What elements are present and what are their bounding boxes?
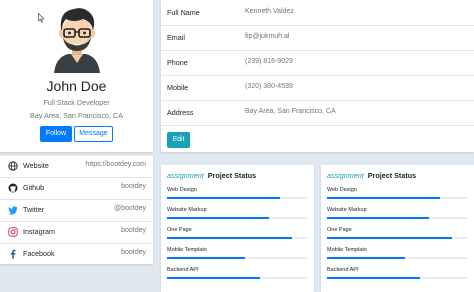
avatar	[54, 8, 100, 73]
project-status-card: assignment Project Status Web Design Webs…	[321, 165, 474, 292]
edit-button[interactable]: Edit	[167, 132, 190, 148]
progress-label: Website Markup	[327, 207, 367, 213]
progress-fill	[167, 237, 293, 239]
progress-fill	[327, 197, 440, 199]
progress-item: Backend API	[327, 267, 468, 285]
social-links-card: Website https://bootdey.com Github bootd…	[0, 156, 153, 264]
details-card: Full Name Kenneth Valdez Email fip@jukmu…	[161, 0, 474, 152]
progress-item: Web Design	[327, 187, 468, 205]
profile-name: John Doe	[46, 78, 107, 94]
message-button[interactable]: Message	[74, 126, 113, 142]
mouse-cursor-icon	[38, 13, 45, 23]
social-value[interactable]: bootdey	[121, 183, 146, 190]
progress-track	[167, 277, 308, 279]
social-label: Twitter	[23, 205, 45, 214]
progress-label: Web Design	[167, 187, 197, 193]
project-status-card: assignment Project Status Web Design Webs…	[161, 165, 314, 292]
detail-label: Full Name	[167, 8, 200, 17]
twitter-icon	[8, 206, 18, 215]
progress-item: Web Design	[167, 187, 308, 205]
project-status-title: Project Status	[207, 171, 257, 180]
progress-track	[167, 217, 308, 219]
github-icon	[8, 183, 18, 193]
progress-track	[327, 197, 468, 199]
progress-track	[167, 197, 308, 199]
progress-label: Backend API	[327, 267, 359, 273]
assignment-label: assignment	[167, 171, 204, 180]
follow-button[interactable]: Follow	[40, 126, 72, 142]
social-value[interactable]: bootdey	[121, 227, 146, 234]
detail-value: Bay Area, San Francisco, CA	[245, 108, 336, 115]
profile-location: Bay Area, San Francisco, CA	[29, 111, 124, 120]
social-value[interactable]: @bootdey	[114, 205, 146, 212]
globe-icon	[8, 161, 18, 171]
progress-fill	[167, 277, 261, 279]
social-label: Instagram	[23, 227, 55, 236]
progress-track	[167, 257, 308, 259]
social-row-github[interactable]: Github bootdey	[0, 178, 153, 200]
project-status-header: assignment Project Status	[167, 171, 256, 180]
progress-label: Website Markup	[167, 207, 207, 213]
progress-item: Mobile Template	[167, 247, 308, 265]
progress-fill	[327, 277, 421, 279]
detail-row-address: Address Bay Area, San Francisco, CA	[161, 100, 474, 126]
profile-card: John Doe Full Stack Developer Bay Area, …	[0, 0, 153, 152]
progress-track	[327, 237, 468, 239]
progress-label: Mobile Template	[327, 247, 367, 253]
facebook-icon	[10, 249, 16, 259]
detail-value: (239) 816-9029	[245, 58, 293, 65]
detail-row-full-name: Full Name Kenneth Valdez	[161, 0, 474, 26]
social-row-instagram[interactable]: Instagram bootdey	[0, 222, 153, 244]
progress-item: Backend API	[167, 267, 308, 285]
social-value[interactable]: bootdey	[121, 249, 146, 256]
detail-label: Email	[167, 33, 185, 42]
social-label: Website	[23, 161, 49, 170]
profile-title: Full Stack Developer	[43, 98, 110, 107]
progress-fill	[167, 257, 245, 259]
progress-item: Mobile Template	[327, 247, 468, 265]
detail-label: Mobile	[167, 83, 189, 92]
detail-label: Phone	[167, 58, 188, 67]
progress-label: Backend API	[167, 267, 199, 273]
social-row-facebook[interactable]: Facebook bootdey	[0, 244, 153, 265]
progress-track	[327, 217, 468, 219]
progress-item: Website Markup	[167, 207, 308, 225]
assignment-label: assignment	[327, 171, 364, 180]
detail-row-email: Email fip@jukmuh.al	[161, 25, 474, 51]
social-value[interactable]: https://bootdey.com	[85, 161, 146, 168]
social-label: Facebook	[23, 249, 55, 258]
progress-fill	[327, 257, 405, 259]
project-status-title: Project Status	[367, 171, 417, 180]
detail-value: Kenneth Valdez	[245, 8, 294, 15]
progress-item: One Page	[167, 227, 308, 245]
detail-row-phone: Phone (239) 816-9029	[161, 50, 474, 76]
progress-fill	[327, 217, 429, 219]
progress-label: Web Design	[327, 187, 357, 193]
progress-item: One Page	[327, 227, 468, 245]
progress-fill	[327, 237, 453, 239]
progress-track	[327, 257, 468, 259]
progress-fill	[167, 217, 269, 219]
progress-track	[167, 237, 308, 239]
detail-row-mobile: Mobile (320) 380-4539	[161, 75, 474, 101]
progress-label: One Page	[327, 227, 352, 233]
detail-label: Address	[167, 108, 194, 117]
progress-label: Mobile Template	[167, 247, 207, 253]
project-status-header: assignment Project Status	[327, 171, 416, 180]
progress-track	[327, 277, 468, 279]
detail-value: (320) 380-4539	[245, 83, 293, 90]
instagram-icon	[8, 227, 18, 237]
social-label: Github	[23, 183, 45, 192]
social-row-twitter[interactable]: Twitter @bootdey	[0, 200, 153, 222]
progress-label: One Page	[167, 227, 192, 233]
progress-item: Website Markup	[327, 207, 468, 225]
progress-fill	[167, 197, 280, 199]
social-row-website[interactable]: Website https://bootdey.com	[0, 156, 153, 178]
detail-value: fip@jukmuh.al	[245, 33, 290, 40]
